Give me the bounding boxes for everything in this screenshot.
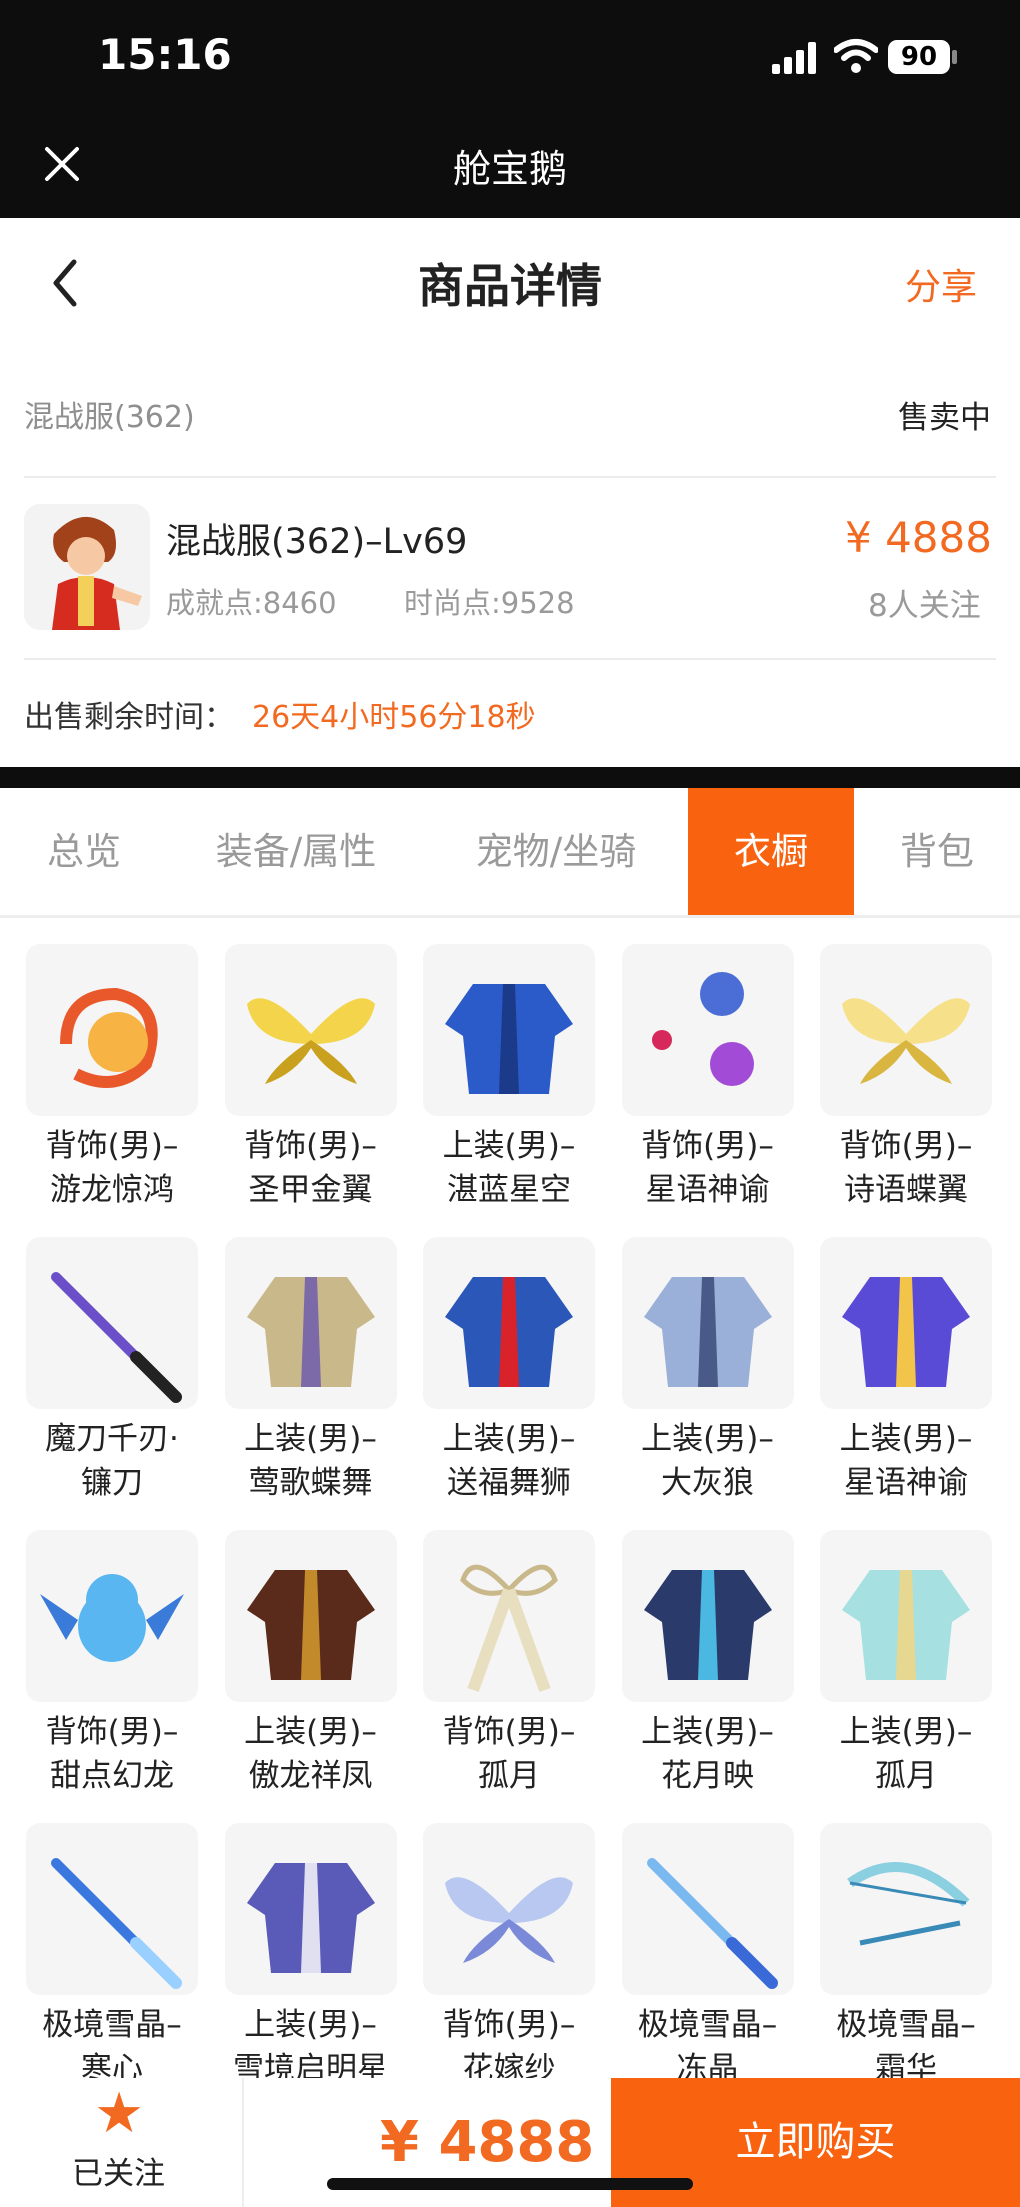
tab-equipment[interactable]: 装备/属性 xyxy=(168,788,424,915)
ice-spear-icon xyxy=(621,1823,794,1995)
app-bar: 舱宝鹅 xyxy=(0,110,1020,218)
wardrobe-item-name: 圣甲金翼 xyxy=(248,1172,373,1208)
signal-icon xyxy=(772,42,816,74)
feather-armor-icon xyxy=(224,1237,397,1409)
wardrobe-item-type: 背饰(男)– xyxy=(641,1128,774,1164)
wardrobe-item-type: 上装(男)– xyxy=(641,1421,774,1457)
gold-wings-icon xyxy=(224,944,397,1116)
wardrobe-item-name: 星语神谕 xyxy=(844,1465,968,1501)
wardrobe-item-type: 极境雪晶– xyxy=(836,2007,976,2043)
navy-coat-icon xyxy=(621,1530,794,1702)
apron-outfit-icon xyxy=(621,1237,794,1409)
wardrobe-item-name: 甜点幻龙 xyxy=(50,1758,174,1794)
wardrobe-item-name: 花月映 xyxy=(661,1758,754,1794)
share-button[interactable]: 分享 xyxy=(905,258,977,310)
wardrobe-item-name: 湛蓝星空 xyxy=(447,1172,571,1208)
wardrobe-item-type: 背饰(男)– xyxy=(442,1714,576,1750)
wardrobe-item-name: 雪境启明星 xyxy=(233,2051,388,2078)
tab-pets[interactable]: 宠物/坐骑 xyxy=(424,788,688,915)
baby-dragon-icon xyxy=(26,1530,198,1702)
wardrobe-item-name: 寒心 xyxy=(81,2051,143,2078)
wifi-icon xyxy=(834,39,878,73)
sale-status: 售卖中 xyxy=(898,400,991,436)
orbs-back-ornament-icon xyxy=(621,944,794,1116)
follow-label[interactable]: 已关注 xyxy=(72,2148,165,2193)
product-price: ¥ 4888 xyxy=(845,513,992,562)
achievement-points: 成就点:8460 xyxy=(166,586,337,620)
wardrobe-item-type: 极境雪晶– xyxy=(637,2007,778,2043)
watcher-count: 8人关注 xyxy=(868,588,981,624)
battery-tip xyxy=(952,50,957,64)
wardrobe-item-type: 上装(男)– xyxy=(641,1714,774,1750)
purple-robe-icon xyxy=(224,1823,397,1995)
wardrobe-item-name: 傲龙祥凤 xyxy=(248,1758,373,1794)
wardrobe-item-name: 孤月 xyxy=(875,1758,937,1794)
wardrobe-item-name: 游龙惊鸿 xyxy=(50,1172,174,1208)
wardrobe-item-type: 上装(男)– xyxy=(839,1421,973,1457)
wardrobe-item-type: 魔刀千刃· xyxy=(45,1421,179,1457)
wardrobe-item-type: 上装(男)– xyxy=(244,1714,377,1750)
wardrobe-grid: 背饰(男)– 游龙惊鸿 背饰(男)– 圣甲金翼 上装(男)– 湛蓝星空 背饰(男)– 星语神谕… xyxy=(0,918,1020,2078)
wardrobe-item-type: 上装(男)– xyxy=(442,1128,576,1164)
mint-robe-icon xyxy=(820,1530,992,1702)
katana-icon xyxy=(26,1237,198,1409)
server-name: 混战服(362) xyxy=(24,400,195,435)
wardrobe-item-type: 背饰(男)– xyxy=(244,1128,377,1164)
wardrobe-item-name: 花嫁纱 xyxy=(462,2051,556,2078)
tab-backpack[interactable]: 背包 xyxy=(854,788,1020,915)
veil-wings-icon xyxy=(423,1823,595,1995)
ice-bow-icon xyxy=(820,1823,992,1995)
dragon-back-ornament-icon xyxy=(26,944,198,1116)
ribbon-back-ornament-icon xyxy=(423,1530,595,1702)
wardrobe-item-name: 镰刀 xyxy=(81,1465,143,1501)
wardrobe-item-type: 上装(男)– xyxy=(442,1421,576,1457)
character-avatar xyxy=(24,504,150,630)
butterfly-wings-icon xyxy=(820,944,992,1116)
app-title: 舱宝鹅 xyxy=(452,147,567,191)
ice-sword-icon xyxy=(26,1823,198,1995)
oracle-armor-icon xyxy=(820,1237,992,1409)
product-name: 混战服(362)–Lv69 xyxy=(166,522,468,562)
tab-overview[interactable]: 总览 xyxy=(0,788,168,915)
wardrobe-item-type: 背饰(男)– xyxy=(839,1128,973,1164)
status-bar: 15:16 90 xyxy=(0,0,1020,110)
wardrobe-item-name: 霜华 xyxy=(875,2051,937,2078)
divider xyxy=(24,476,996,478)
blue-coat-icon xyxy=(423,944,595,1116)
page-title: 商品详情 xyxy=(418,259,602,313)
bottom-bar-divider xyxy=(242,2078,244,2207)
wardrobe-item-type: 上装(男)– xyxy=(244,1421,377,1457)
wardrobe-item-name: 孤月 xyxy=(478,1758,540,1794)
wardrobe-item-name: 莺歌蝶舞 xyxy=(248,1465,373,1501)
wardrobe-item-name: 送福舞狮 xyxy=(447,1465,571,1501)
wardrobe-item-type: 极境雪晶– xyxy=(42,2007,182,2043)
wardrobe-item-type: 背饰(男)– xyxy=(45,1128,179,1164)
wardrobe-item-type: 背饰(男)– xyxy=(442,2007,576,2043)
lion-dance-outfit-icon xyxy=(423,1237,595,1409)
status-time: 15:16 xyxy=(98,30,232,79)
wardrobe-item-type: 背饰(男)– xyxy=(45,1714,179,1750)
wardrobe-item-name: 冻晶 xyxy=(676,2051,739,2078)
fashion-points: 时尚点:9528 xyxy=(404,586,575,620)
wardrobe-item-type: 上装(男)– xyxy=(244,2007,377,2043)
home-indicator xyxy=(327,2178,693,2190)
battery-icon: 90 xyxy=(888,40,950,74)
bottom-price: ¥ 4888 xyxy=(380,2110,595,2175)
dragon-robe-icon xyxy=(224,1530,397,1702)
wardrobe-item-name: 大灰狼 xyxy=(661,1465,754,1501)
wardrobe-item-type: 上装(男)– xyxy=(839,1714,973,1750)
star-icon[interactable]: ★ xyxy=(94,2086,144,2142)
tab-wardrobe[interactable]: 衣橱 xyxy=(688,788,854,915)
section-separator xyxy=(0,767,1020,788)
wardrobe-item-name: 诗语蝶翼 xyxy=(844,1172,968,1208)
divider xyxy=(24,658,996,660)
wardrobe-item-name: 星语神谕 xyxy=(645,1172,770,1208)
remaining-time-label: 出售剩余时间： xyxy=(24,700,234,735)
remaining-time-value: 26天4小时56分18秒 xyxy=(252,700,536,735)
